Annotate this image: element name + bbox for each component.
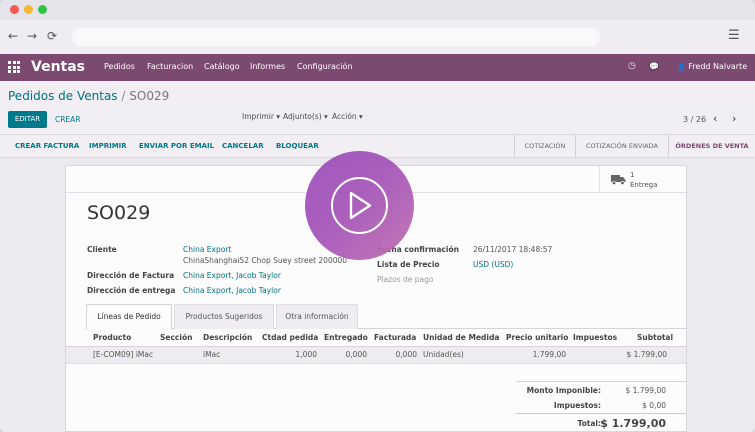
column-header-product[interactable]: Producto <box>93 333 131 343</box>
lock-button[interactable]: BLOQUEAR <box>276 142 319 151</box>
row-delivered: 0,000 <box>345 350 367 359</box>
menu-item-informes[interactable]: Informes <box>250 62 285 72</box>
control-panel: Pedidos de Ventas / SO029 EDITAR CREAR I… <box>0 81 755 135</box>
total-value: $ 1.799,00 <box>600 417 666 430</box>
close-window-button[interactable] <box>10 5 19 14</box>
menu-item-catalogo[interactable]: Catálogo <box>204 62 240 72</box>
row-invoiced: 0,000 <box>395 350 417 359</box>
video-play-button[interactable] <box>305 151 414 260</box>
send-email-button[interactable]: ENVIAR POR EMAIL <box>139 142 214 151</box>
menu-item-pedidos[interactable]: Pedidos <box>104 62 135 72</box>
column-header-section[interactable]: Sección <box>160 333 192 343</box>
customer-link[interactable]: China Export <box>183 245 231 255</box>
breadcrumb-separator: / <box>121 89 126 103</box>
user-menu[interactable]: 👤 Fredd Nalvarte <box>677 62 747 72</box>
browser-toolbar: ← → ⟳ ☰ <box>0 20 755 54</box>
app-title: Ventas <box>31 59 86 75</box>
customer-label: Cliente <box>87 245 117 254</box>
delivery-count: 1 <box>630 171 635 179</box>
customer-address: ChinaShanghai52 Chop Suey street 200000 <box>183 256 348 265</box>
delivery-address-link[interactable]: China Export, Jacob Taylor <box>183 286 281 296</box>
tab-order-lines[interactable]: Líneas de Pedido <box>86 304 172 330</box>
browser-menu-icon[interactable]: ☰ <box>728 29 740 43</box>
edit-button[interactable]: EDITAR <box>8 111 47 128</box>
stage-quotation[interactable]: COTIZACIÓN <box>515 135 575 157</box>
back-arrow-icon[interactable]: ← <box>8 29 18 43</box>
row-subtotal: $ 1.799,00 <box>626 350 667 359</box>
attachments-dropdown[interactable]: Adjunto(s) ▾ <box>283 112 328 122</box>
total-label: Total: <box>577 419 602 428</box>
tab-other-info[interactable]: Otra información <box>276 304 358 329</box>
create-invoice-button[interactable]: CREAR FACTURA <box>15 142 79 151</box>
stage-quotation-sent[interactable]: COTIZACIÓN ENVIADA <box>576 135 668 157</box>
untaxed-amount-label: Monto Imponible: <box>526 386 601 395</box>
invoice-address-label: Dirección de Factura <box>87 271 175 280</box>
column-header-description[interactable]: Descripción <box>203 333 252 343</box>
column-header-unit-price[interactable]: Precio unitario <box>506 333 568 343</box>
browser-window: ← → ⟳ ☰ Ventas Pedidos Facturacion Catál… <box>0 0 755 432</box>
window-titlebar <box>0 0 755 20</box>
taxes-label: Impuestos: <box>553 401 601 410</box>
delivery-address-label: Dirección de entrega <box>87 286 176 295</box>
menu-item-facturacion[interactable]: Facturacion <box>147 62 193 72</box>
column-header-subtotal[interactable]: Subtotal <box>637 333 673 343</box>
payment-terms-label: Plazos de pago <box>377 275 434 284</box>
row-ordered-qty: 1,000 <box>295 350 317 359</box>
main-navbar: Ventas Pedidos Facturacion Catálogo Info… <box>0 54 755 81</box>
user-avatar-icon: 👤 <box>677 63 686 71</box>
stage-sales-order[interactable]: ÓRDENES DE VENTA <box>669 135 755 157</box>
row-unit-price: 1.799,00 <box>532 350 566 359</box>
create-button[interactable]: CREAR <box>55 115 81 125</box>
row-uom: Unidad(es) <box>423 350 464 359</box>
cancel-button[interactable]: CANCELAR <box>222 142 264 151</box>
invoice-address-link[interactable]: China Export, Jacob Taylor <box>183 271 281 281</box>
column-header-delivered[interactable]: Entregado <box>324 333 368 343</box>
print-button[interactable]: IMPRIMIR <box>89 142 127 151</box>
delivery-label: Entrega <box>630 181 658 189</box>
apps-grid-icon[interactable] <box>8 61 20 73</box>
delivery-smart-button[interactable]: 1 Entrega <box>599 166 687 193</box>
column-header-uom[interactable]: Unidad de Medida <box>423 333 499 343</box>
activity-clock-icon[interactable]: ◷ <box>628 61 636 72</box>
forward-arrow-icon[interactable]: → <box>27 29 37 43</box>
pager-next-icon[interactable]: › <box>732 113 736 125</box>
column-header-invoiced[interactable]: Facturada <box>374 333 416 343</box>
column-header-ordered-qty[interactable]: Ctdad pedida <box>262 333 318 343</box>
print-dropdown[interactable]: Imprimir ▾ <box>242 112 280 122</box>
pager-value[interactable]: 3 / 26 <box>683 115 706 125</box>
taxes-value: $ 0,00 <box>642 401 666 410</box>
truck-icon <box>611 175 626 185</box>
minimize-window-button[interactable] <box>24 5 33 14</box>
breadcrumb-current: SO029 <box>129 89 170 103</box>
chat-icon[interactable]: 💬 <box>649 61 659 72</box>
order-title: SO029 <box>87 202 151 224</box>
notebook-tabs: Líneas de Pedido Productos Sugeridos Otr… <box>86 304 686 330</box>
maximize-window-button[interactable] <box>38 5 47 14</box>
menu-item-configuracion[interactable]: Configuración <box>297 62 353 72</box>
breadcrumb: Pedidos de Ventas / SO029 <box>8 89 169 103</box>
action-dropdown[interactable]: Acción ▾ <box>332 112 363 122</box>
breadcrumb-parent-link[interactable]: Pedidos de Ventas <box>8 89 118 103</box>
pricelist-label: Lista de Precio <box>377 260 440 269</box>
address-bar[interactable] <box>72 28 600 46</box>
play-icon <box>349 191 372 220</box>
user-name: Fredd Nalvarte <box>688 62 748 71</box>
confirmation-date-value: 26/11/2017 18:48:57 <box>473 245 553 254</box>
row-description: iMac <box>203 350 221 359</box>
table-row-divider <box>66 363 686 364</box>
totals-divider <box>516 381 686 382</box>
row-product: [E-COM09] iMac <box>93 350 154 359</box>
tab-suggested-products[interactable]: Productos Sugeridos <box>174 304 274 329</box>
totals-separator <box>516 413 686 414</box>
reload-icon[interactable]: ⟳ <box>47 29 57 43</box>
column-header-taxes[interactable]: Impuestos <box>573 333 617 343</box>
untaxed-amount-value: $ 1.799,00 <box>625 386 666 395</box>
pricelist-link[interactable]: USD (USD) <box>473 260 513 270</box>
pager-previous-icon[interactable]: ‹ <box>713 113 717 125</box>
